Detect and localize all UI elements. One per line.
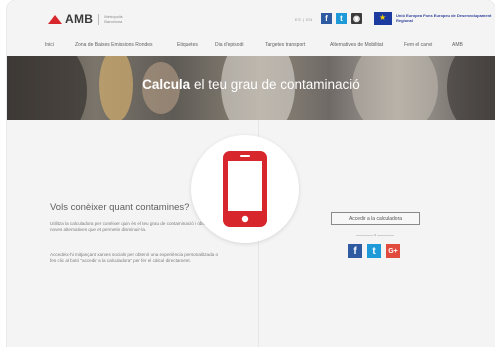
twitter-login-button[interactable]: t <box>367 244 381 258</box>
twitter-icon[interactable]: t <box>336 13 347 24</box>
main-nav: Inici Zona de Baixes Emissions Rondes Et… <box>7 42 495 54</box>
instagram-icon[interactable]: ◉ <box>351 13 362 24</box>
access-paragraph: Accedeix-hi mitjançant xarxes socials pe… <box>50 252 219 264</box>
nav-item-amb[interactable]: AMB <box>452 42 463 48</box>
site-header: AMB Metropolis Barcelona ES | EN f t ◉ U… <box>7 0 495 40</box>
logo-text: AMB <box>65 12 94 26</box>
googleplus-login-button[interactable]: G+ <box>386 244 400 258</box>
hero-banner: Calcula el teu grau de contaminació <box>7 56 495 120</box>
nav-item-etiquetes[interactable]: Etiquetes <box>177 42 198 48</box>
facebook-login-button[interactable]: f <box>348 244 362 258</box>
social-login-buttons: f t G+ <box>348 244 400 258</box>
amb-logo-icon <box>47 13 63 25</box>
eu-funding-text: Unió Europea Fons Europeu de Desenvolupa… <box>396 12 492 23</box>
nav-item-inici[interactable]: Inici <box>45 42 54 48</box>
nav-item-targetes-transport[interactable]: Targetes transport <box>265 42 305 48</box>
nav-item-dia-episodi[interactable]: Dia d'episodi <box>215 42 243 48</box>
nav-item-alternatives[interactable]: Alternatives de Mobilitat <box>330 42 383 48</box>
access-calculator-button[interactable]: Accedir a la calculadora <box>331 212 420 225</box>
hero-title: Calcula el teu grau de contaminació <box>7 77 495 92</box>
intro-paragraph: Utilitza la calculadora per conèixer qui… <box>50 221 212 233</box>
logo-subtitle: Metropolis Barcelona <box>104 14 123 24</box>
eu-flag-icon <box>374 12 392 25</box>
nav-item-fem-el-canvi[interactable]: Fem el canvi <box>404 42 432 48</box>
section-title: Vols conèixer quant contamines? <box>50 202 190 213</box>
language-switcher[interactable]: ES | EN <box>295 17 313 22</box>
social-links-header: f t ◉ <box>321 13 362 24</box>
nav-item-zbe[interactable]: Zona de Baixes Emissions Rondes <box>75 42 153 48</box>
logo-divider <box>98 13 100 25</box>
hero-title-rest: el teu grau de contaminació <box>190 77 360 92</box>
smartphone-icon <box>223 151 267 227</box>
or-divider-text: o <box>373 232 378 237</box>
facebook-icon[interactable]: f <box>321 13 332 24</box>
mobile-badge <box>191 135 299 243</box>
hero-title-bold: Calcula <box>142 77 191 92</box>
eu-funding-logo: Unió Europea Fons Europeu de Desenvolupa… <box>374 12 495 25</box>
amb-logo[interactable]: AMB Metropolis Barcelona <box>47 12 130 26</box>
